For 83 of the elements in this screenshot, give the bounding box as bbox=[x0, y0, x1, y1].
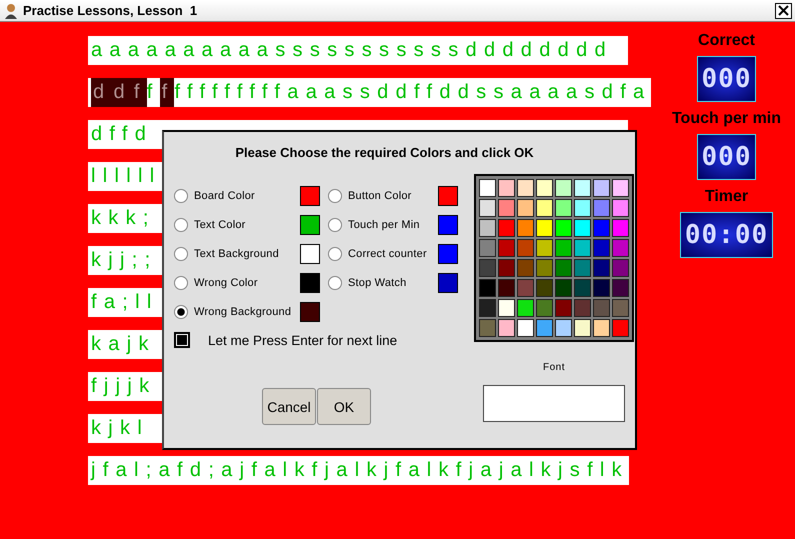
enter-checkbox[interactable]: Let me Press Enter for next line bbox=[174, 332, 464, 348]
palette-color[interactable] bbox=[555, 219, 572, 237]
palette-color[interactable] bbox=[517, 179, 534, 197]
palette-color[interactable] bbox=[555, 319, 572, 337]
palette-color[interactable] bbox=[536, 219, 553, 237]
dialog-button[interactable]: Cancel bbox=[262, 388, 316, 425]
palette-color[interactable] bbox=[536, 239, 553, 257]
counter-label: Correct bbox=[698, 32, 755, 50]
palette-color[interactable] bbox=[574, 179, 591, 197]
palette-color[interactable] bbox=[574, 239, 591, 257]
palette-color[interactable] bbox=[536, 319, 553, 337]
palette-color[interactable] bbox=[593, 259, 610, 277]
dialog-button[interactable]: OK bbox=[317, 388, 371, 425]
palette-color[interactable] bbox=[536, 279, 553, 297]
palette-color[interactable] bbox=[555, 279, 572, 297]
palette-color[interactable] bbox=[593, 179, 610, 197]
palette-color[interactable] bbox=[536, 259, 553, 277]
palette-color[interactable] bbox=[612, 219, 629, 237]
palette-color[interactable] bbox=[498, 239, 515, 257]
palette-color[interactable] bbox=[517, 279, 534, 297]
palette-color[interactable] bbox=[555, 239, 572, 257]
led-display: 000 bbox=[696, 134, 756, 180]
palette-color[interactable] bbox=[593, 279, 610, 297]
palette-color[interactable] bbox=[612, 319, 629, 337]
palette-color[interactable] bbox=[479, 239, 496, 257]
palette-color[interactable] bbox=[574, 219, 591, 237]
palette-color[interactable] bbox=[593, 299, 610, 317]
close-icon bbox=[778, 5, 789, 16]
palette-color[interactable] bbox=[479, 299, 496, 317]
palette-color[interactable] bbox=[612, 259, 629, 277]
person-icon bbox=[3, 2, 19, 18]
palette-color[interactable] bbox=[498, 319, 515, 337]
palette-color[interactable] bbox=[517, 259, 534, 277]
palette-color[interactable] bbox=[593, 239, 610, 257]
palette-color[interactable] bbox=[479, 259, 496, 277]
palette-color[interactable] bbox=[479, 219, 496, 237]
palette-color[interactable] bbox=[555, 299, 572, 317]
palette-color[interactable] bbox=[498, 219, 515, 237]
palette-color[interactable] bbox=[479, 199, 496, 217]
palette-color[interactable] bbox=[517, 239, 534, 257]
color-option-radio[interactable]: Touch per Min bbox=[328, 215, 438, 235]
palette-color[interactable] bbox=[612, 179, 629, 197]
font-label: Font bbox=[542, 362, 565, 373]
palette-color[interactable] bbox=[593, 199, 610, 217]
palette-color[interactable] bbox=[498, 199, 515, 217]
color-option-radio[interactable]: Text Background bbox=[174, 244, 300, 264]
palette-color[interactable] bbox=[517, 319, 534, 337]
palette-color[interactable] bbox=[517, 199, 534, 217]
palette-color[interactable] bbox=[517, 219, 534, 237]
palette-color[interactable] bbox=[555, 179, 572, 197]
window-title: Practise Lessons, Lesson 1 bbox=[23, 3, 198, 18]
palette-color[interactable] bbox=[574, 299, 591, 317]
color-option-radio[interactable]: Text Color bbox=[174, 215, 300, 235]
palette-color[interactable] bbox=[479, 279, 496, 297]
palette-color[interactable] bbox=[555, 259, 572, 277]
palette-color[interactable] bbox=[479, 319, 496, 337]
color-option-radio[interactable]: Correct counter bbox=[328, 244, 438, 264]
palette-color[interactable] bbox=[498, 299, 515, 317]
palette-color[interactable] bbox=[593, 219, 610, 237]
palette-color[interactable] bbox=[574, 319, 591, 337]
palette-color[interactable] bbox=[612, 279, 629, 297]
palette-color[interactable] bbox=[536, 299, 553, 317]
close-button[interactable] bbox=[775, 2, 792, 18]
palette-color[interactable] bbox=[612, 299, 629, 317]
palette-color[interactable] bbox=[612, 199, 629, 217]
palette-color[interactable] bbox=[536, 199, 553, 217]
palette-color[interactable] bbox=[574, 199, 591, 217]
palette-color[interactable] bbox=[574, 259, 591, 277]
palette-color[interactable] bbox=[612, 239, 629, 257]
counter-label: Timer bbox=[704, 188, 748, 206]
counter-label: Touch per min bbox=[672, 110, 782, 128]
palette-color[interactable] bbox=[498, 279, 515, 297]
palette-color[interactable] bbox=[498, 179, 515, 197]
font-field[interactable] bbox=[483, 385, 625, 422]
palette-color[interactable] bbox=[517, 299, 534, 317]
led-display: 00:00 bbox=[680, 212, 774, 258]
palette-color[interactable] bbox=[479, 179, 496, 197]
palette-color[interactable] bbox=[574, 279, 591, 297]
palette-color[interactable] bbox=[498, 259, 515, 277]
led-display: 000 bbox=[696, 56, 756, 102]
palette-color[interactable] bbox=[593, 319, 610, 337]
palette-color[interactable] bbox=[555, 199, 572, 217]
palette-color[interactable] bbox=[536, 179, 553, 197]
